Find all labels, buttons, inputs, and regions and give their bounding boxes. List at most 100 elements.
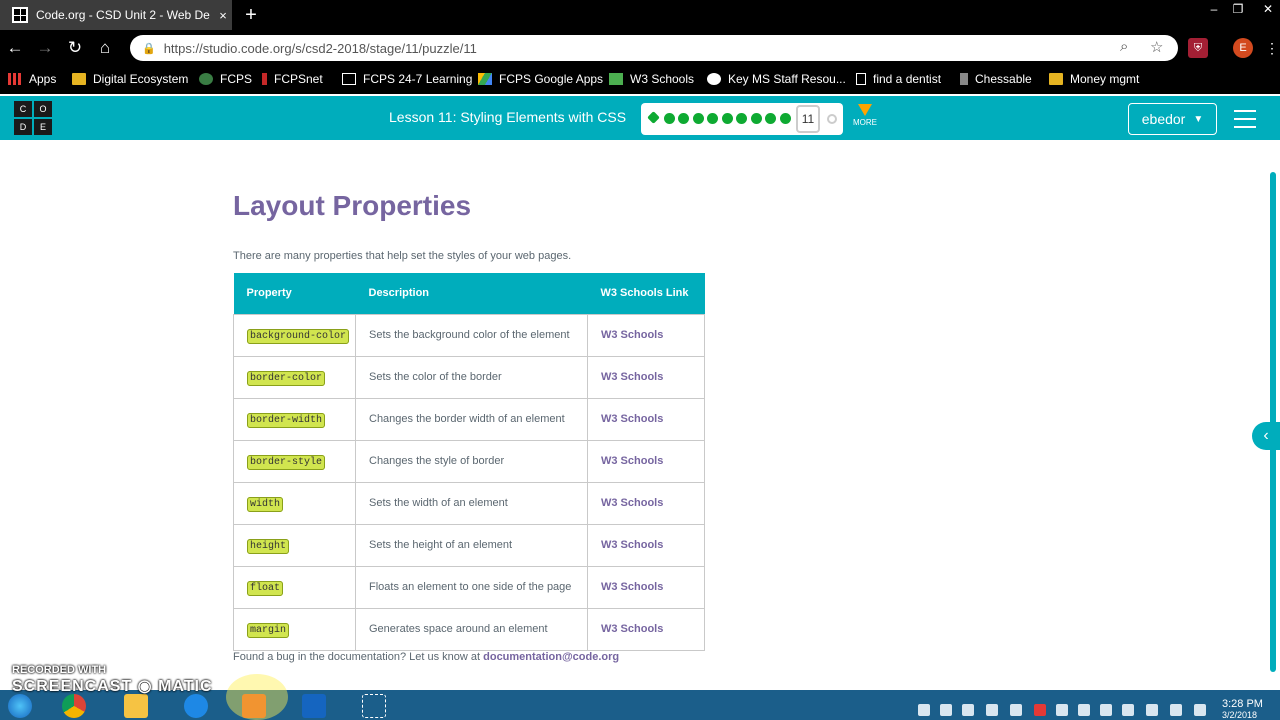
bookmark-fcps-24-7[interactable]: FCPS 24-7 Learning	[342, 72, 472, 86]
tray-icon[interactable]	[918, 704, 930, 716]
back-arrow-icon[interactable]: ←	[1, 34, 29, 62]
tray-icon[interactable]	[962, 704, 974, 716]
w3-schools-link[interactable]: W3 Schools	[601, 413, 663, 425]
hamburger-menu-icon[interactable]	[1234, 110, 1256, 128]
bookmark-label: Key MS Staff Resou...	[728, 72, 846, 86]
table-row: margin Generates space around an element W…	[233, 607, 705, 651]
tray-icon[interactable]	[1078, 704, 1090, 716]
completed-level-dot[interactable]	[750, 113, 762, 124]
page-icon	[856, 73, 866, 85]
tray-icon[interactable]	[1146, 704, 1158, 716]
bookmark-label: FCPS	[220, 72, 253, 86]
volume-icon[interactable]	[1194, 704, 1206, 716]
chrome-menu-icon[interactable]: ⋮	[1262, 38, 1280, 58]
completed-level-dot[interactable]	[663, 113, 675, 124]
profile-avatar[interactable]: E	[1233, 38, 1253, 58]
clock-time: 3:28 PM	[1222, 698, 1263, 710]
caret-down-icon: ▼	[1193, 113, 1204, 125]
logo-letter: E	[34, 119, 52, 135]
page-title: Layout Properties	[233, 190, 472, 221]
minimize-icon[interactable]: –	[1204, 2, 1224, 16]
network-icon[interactable]	[1170, 704, 1182, 716]
completed-level-dot[interactable]	[779, 113, 791, 124]
description-cell: Sets the width of an element	[355, 481, 588, 525]
outlook-icon[interactable]	[302, 694, 326, 718]
w3-schools-link[interactable]: W3 Schools	[601, 539, 663, 551]
w3-schools-link[interactable]: W3 Schools	[601, 497, 663, 509]
home-icon[interactable]: ⌂	[91, 34, 119, 62]
bookmark-apps[interactable]: Apps	[8, 72, 56, 86]
bookmark-find-a-dentist[interactable]: find a dentist	[856, 72, 941, 86]
bookmark-star-icon[interactable]: ☆	[1150, 38, 1163, 56]
shield-extension-icon[interactable]: ⛨	[1188, 38, 1208, 58]
column-header-description: Description	[368, 287, 430, 300]
tray-icon[interactable]	[1122, 704, 1134, 716]
tray-icon[interactable]	[1100, 704, 1112, 716]
close-window-icon[interactable]: ✕	[1258, 2, 1278, 16]
w3-schools-link[interactable]: W3 Schools	[601, 623, 663, 635]
w3-link-cell: W3 Schools	[587, 355, 705, 399]
tray-icon[interactable]	[940, 704, 952, 716]
code-org-logo[interactable]: C O D E	[14, 101, 52, 135]
bookmark-label: Chessable	[975, 72, 1032, 86]
property-cell: height	[233, 523, 356, 567]
logo-letter: C	[14, 101, 32, 117]
bookmark-key-ms-staff[interactable]: Key MS Staff Resou...	[707, 72, 846, 86]
bookmark-fcps[interactable]: FCPS	[199, 72, 252, 86]
description-cell: Changes the style of border	[355, 439, 588, 483]
reload-icon[interactable]: ↻	[61, 34, 89, 62]
bookmark-chessable[interactable]: Chessable	[960, 72, 1032, 86]
taskbar-clock[interactable]: 3:28 PM 3/2/2018	[1222, 698, 1263, 720]
completed-level-dot[interactable]	[692, 113, 704, 124]
w3-schools-link[interactable]: W3 Schools	[601, 581, 663, 593]
documentation-email-link[interactable]: documentation@code.org	[483, 651, 619, 663]
bookmark-money-mgmt[interactable]: Money mgmt	[1049, 72, 1139, 86]
tray-icon[interactable]	[1034, 704, 1046, 716]
logo-letter: D	[14, 119, 32, 135]
bookmark-fcpsnet[interactable]: FCPSnet	[262, 72, 323, 86]
more-button[interactable]: MORE	[851, 104, 879, 132]
property-cell: width	[233, 481, 356, 525]
tray-icon[interactable]	[1010, 704, 1022, 716]
w3-link-cell: W3 Schools	[587, 565, 705, 609]
restore-icon[interactable]: ❐	[1228, 2, 1248, 16]
chrome-taskbar-icon[interactable]	[62, 694, 86, 718]
file-explorer-icon[interactable]	[124, 694, 148, 718]
bookmark-digital-ecosystem[interactable]: Digital Ecosystem	[72, 72, 188, 86]
snipping-tool-icon[interactable]	[362, 694, 386, 718]
completed-level-dot[interactable]	[707, 113, 718, 124]
w3-schools-link[interactable]: W3 Schools	[601, 371, 663, 383]
new-tab-button[interactable]: +	[240, 2, 262, 28]
description-cell: Sets the color of the border	[355, 355, 588, 399]
completed-level-dot[interactable]	[765, 113, 776, 124]
column-header-property: Property	[246, 287, 292, 300]
forward-arrow-icon[interactable]: →	[31, 34, 59, 62]
browser-tab[interactable]: Code.org - CSD Unit 2 - Web De ×	[0, 0, 232, 30]
user-menu-button[interactable]: ebedor ▼	[1128, 103, 1217, 135]
user-name: ebedor	[1141, 111, 1186, 127]
more-label: MORE	[853, 118, 877, 127]
table-row: border-style Changes the style of border W…	[233, 439, 705, 483]
next-level-bubble[interactable]	[827, 114, 837, 124]
tab-close-icon[interactable]: ×	[214, 8, 232, 23]
scrollbar-thumb[interactable]	[1270, 172, 1276, 672]
w3-link-cell: W3 Schools	[587, 607, 705, 651]
completed-level-dot[interactable]	[678, 113, 689, 124]
completed-level-dot[interactable]	[736, 113, 747, 124]
lesson-title[interactable]: Lesson 11: Styling Elements with CSS	[389, 109, 626, 125]
w3-schools-link[interactable]: W3 Schools	[601, 329, 663, 341]
internet-explorer-icon[interactable]	[184, 694, 208, 718]
bookmark-fcps-google-apps[interactable]: FCPS Google Apps	[478, 72, 603, 86]
chess-icon	[960, 73, 968, 85]
start-button-icon[interactable]	[8, 694, 32, 718]
tray-icon[interactable]	[986, 704, 998, 716]
bookmark-w3-schools[interactable]: W3 Schools	[609, 72, 694, 86]
zoom-icon[interactable]: ⌕	[1120, 38, 1128, 55]
apps-grid-icon	[8, 73, 22, 85]
tray-icon[interactable]	[1056, 704, 1068, 716]
current-level-bubble[interactable]: 11	[796, 105, 820, 133]
completed-level-dot[interactable]	[721, 113, 733, 124]
w3-schools-link[interactable]: W3 Schools	[601, 455, 663, 467]
bug-report-footnote: Found a bug in the documentation? Let us…	[233, 651, 619, 663]
address-bar[interactable]: 🔒 https://studio.code.org/s/csd2-2018/st…	[130, 35, 1178, 61]
